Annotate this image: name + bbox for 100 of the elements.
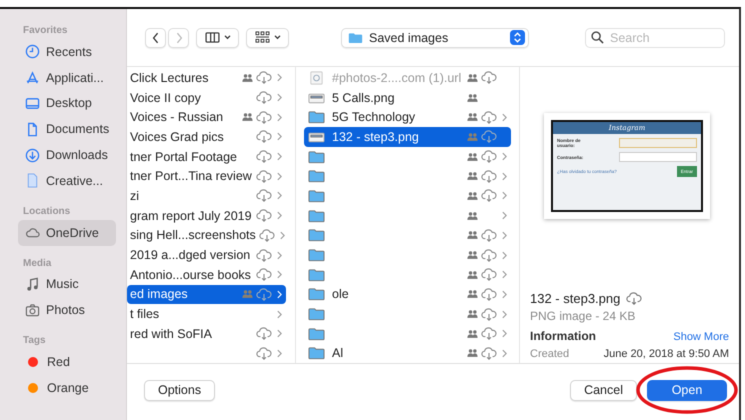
chevron-left-icon — [152, 32, 160, 44]
caret-icon — [274, 35, 280, 40]
location-dropdown[interactable]: Saved images — [341, 28, 529, 48]
people-icon — [467, 112, 478, 122]
group-button[interactable] — [246, 28, 289, 48]
chevron-icon — [277, 310, 282, 319]
sidebar-item[interactable]: Photos — [18, 297, 116, 324]
show-more-link[interactable]: Show More — [673, 331, 729, 343]
file-row[interactable]: 132 - step3.png — [304, 127, 511, 147]
chevron-right-icon — [174, 32, 182, 44]
chevron-icon — [277, 250, 282, 260]
folder-row[interactable]: tner Port...Tina review — [127, 166, 286, 186]
file-row[interactable]: Al — [304, 344, 511, 363]
folder-row[interactable]: t files — [127, 304, 286, 324]
file-row[interactable]: 5 Calls.png — [304, 88, 511, 108]
chevron-icon — [502, 112, 507, 122]
sidebar-item[interactable]: Creative... — [18, 168, 116, 194]
chevron-icon — [502, 310, 507, 319]
chevron-icon — [502, 290, 507, 299]
sidebar-item[interactable]: Recents — [18, 39, 116, 65]
people-icon — [467, 171, 478, 182]
file-icon — [25, 173, 40, 188]
cloud-download-icon — [256, 189, 272, 202]
folder-row[interactable]: Voice II copy — [127, 88, 286, 108]
folder-icon — [308, 248, 325, 262]
cloud-download-icon — [481, 170, 497, 183]
chevron-icon — [502, 250, 507, 260]
chevron-icon — [502, 270, 507, 280]
chevron-icon — [277, 152, 282, 162]
cloud-download-icon — [256, 209, 272, 222]
folder-icon — [308, 110, 325, 124]
compass-a-icon — [25, 70, 40, 86]
folder-icon — [348, 32, 363, 44]
chevron-icon — [280, 230, 285, 240]
back-button[interactable] — [145, 28, 166, 48]
folder-row[interactable]: tner Portal Footage — [127, 146, 286, 166]
chevron-icon — [277, 132, 282, 142]
cloud-download-icon — [256, 150, 272, 164]
folder-icon — [308, 188, 325, 203]
options-button[interactable]: Options — [144, 380, 216, 400]
people-icon — [467, 92, 478, 103]
folder-row[interactable]: red with SoFIA — [127, 324, 286, 344]
chevron-icon — [277, 112, 282, 122]
folder-row[interactable]: Voices - Russian — [127, 107, 286, 128]
folder-row[interactable]: sing Hell...screenshots — [127, 226, 286, 246]
grid-icon — [254, 31, 270, 44]
chevron-icon — [502, 348, 507, 358]
file-row[interactable]: 5G Technology — [304, 107, 511, 128]
column-view-button[interactable] — [196, 28, 239, 48]
cloud-download-icon — [256, 327, 272, 340]
chevron-icon — [277, 329, 282, 338]
sidebar-item[interactable]: Applicati... — [18, 64, 116, 91]
stepper-icon — [510, 30, 525, 45]
chevron-icon — [277, 73, 282, 82]
chevron-icon — [502, 211, 507, 220]
sidebar-item[interactable]: Music — [18, 272, 116, 298]
cancel-button[interactable]: Cancel — [570, 380, 637, 400]
chevron-icon — [277, 93, 282, 102]
sidebar-item[interactable]: Downloads — [18, 142, 116, 168]
link-file-icon — [308, 70, 325, 85]
cloud-download-icon — [481, 130, 497, 144]
folder-icon — [308, 228, 325, 242]
sidebar-item[interactable]: Orange — [18, 374, 116, 401]
chevron-icon — [277, 211, 282, 220]
folder-row[interactable]: 2019 a...dged version — [127, 245, 286, 265]
sidebar-item[interactable]: Desktop — [18, 90, 116, 116]
cloud-download-icon — [256, 248, 272, 262]
people-icon — [467, 72, 478, 83]
cloud-download-icon — [256, 71, 272, 84]
sidebar-item[interactable]: Documents — [18, 116, 116, 142]
caret-icon — [224, 35, 230, 40]
cloud-download-icon — [481, 308, 497, 321]
sidebar-item[interactable]: OneDrive — [18, 220, 116, 246]
cloud-download-icon — [481, 346, 497, 360]
folder-row[interactable]: zi — [127, 186, 286, 206]
cloud-download-icon — [256, 91, 272, 104]
folder-row[interactable]: gram report July 2019 — [127, 206, 286, 226]
cloud-download-icon — [481, 327, 497, 340]
sidebar-item[interactable]: Red — [18, 349, 116, 375]
folder-row[interactable]: Voices Grad pics — [127, 127, 286, 147]
file-row[interactable]: ole — [304, 284, 511, 304]
cloud-download-icon — [481, 228, 497, 242]
chevron-icon — [502, 172, 507, 181]
folder-icon — [308, 268, 325, 282]
chevron-icon — [502, 329, 507, 338]
people-icon — [467, 309, 478, 320]
search-field[interactable]: Search — [585, 28, 725, 48]
cloud-download-icon — [256, 110, 272, 124]
document-icon — [25, 122, 40, 137]
cloud-download-icon — [256, 130, 272, 144]
folder-row[interactable]: ed images — [127, 284, 286, 304]
folder-icon — [308, 307, 325, 322]
people-icon — [467, 190, 478, 201]
folder-row[interactable]: Antonio...ourse books — [127, 264, 286, 285]
folder-row[interactable]: Click Lectures — [127, 68, 286, 88]
cloud-download-icon — [481, 71, 497, 84]
open-button[interactable]: Open — [647, 380, 727, 400]
people-icon — [242, 72, 253, 83]
cloud-download-icon — [481, 268, 497, 282]
camera-icon — [25, 302, 40, 318]
